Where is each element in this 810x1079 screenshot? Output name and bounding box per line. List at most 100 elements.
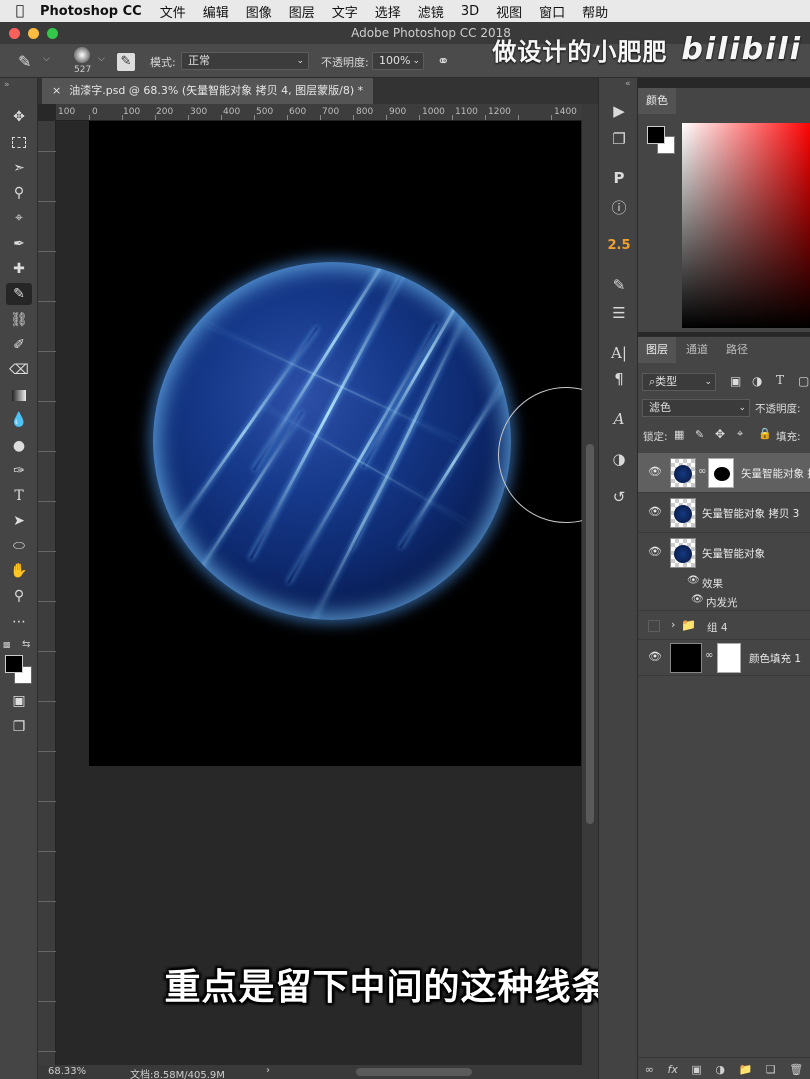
effect-row[interactable]: 👁 内发光	[638, 592, 810, 611]
menu-file[interactable]: 文件	[160, 2, 186, 21]
character-panel-icon[interactable]: A|	[607, 342, 631, 364]
collapse-icon[interactable]: »	[4, 80, 10, 90]
visibility-eye-icon[interactable]: 👁	[648, 545, 662, 559]
blur-tool-icon[interactable]: 💧	[6, 409, 32, 431]
filter-type-icon[interactable]: T	[776, 373, 784, 387]
eyedropper-tool-icon[interactable]: ✒	[6, 233, 32, 255]
menu-view[interactable]: 视图	[496, 2, 522, 21]
menu-layer[interactable]: 图层	[289, 2, 315, 21]
vertical-scrollbar[interactable]	[582, 104, 598, 1065]
mask-icon[interactable]: ▣	[691, 1063, 701, 1076]
chain-link-icon[interactable]: ∞	[698, 466, 706, 477]
quick-selection-tool-icon[interactable]: ⚲	[6, 182, 32, 204]
eraser-tool-icon[interactable]: ⌫	[6, 359, 32, 381]
canvas-area[interactable]	[56, 121, 582, 1065]
properties-icon[interactable]: P	[607, 167, 631, 189]
lock-pixels-icon[interactable]: ✎	[695, 428, 704, 441]
lock-transparency-icon[interactable]: ▦	[674, 428, 684, 441]
visibility-eye-icon[interactable]: 👁	[648, 650, 662, 664]
tab-paths[interactable]: 路径	[718, 337, 756, 363]
3d-cube-icon[interactable]: ❐	[607, 128, 631, 150]
zoom-level[interactable]: 68.33%	[48, 1066, 86, 1077]
type-tool-icon[interactable]: T	[6, 485, 32, 507]
scroll-thumb[interactable]	[586, 444, 594, 824]
chain-link-icon[interactable]: ∞	[705, 650, 713, 661]
foreground-color-swatch[interactable]	[5, 655, 23, 673]
adjustment-icon[interactable]: ◑	[715, 1063, 725, 1076]
brush-settings-panel-icon[interactable]: ✎	[607, 274, 631, 296]
crop-tool-icon[interactable]: ⌖	[6, 207, 32, 229]
close-tab-icon[interactable]: ×	[52, 84, 61, 97]
panel-foreground-swatch[interactable]	[647, 126, 665, 144]
apple-menu-icon[interactable]: 	[0, 3, 40, 19]
layer-row[interactable]: 👁 矢量智能对象	[638, 533, 810, 573]
horizontal-scroll-thumb[interactable]	[356, 1068, 472, 1076]
pen-tool-icon[interactable]: ✑	[6, 460, 32, 482]
menu-help[interactable]: 帮助	[582, 2, 608, 21]
swap-colors-icon[interactable]: ⇆	[22, 639, 30, 650]
path-selection-tool-icon[interactable]: ➤	[6, 510, 32, 532]
ellipse-tool-icon[interactable]: ⬭	[6, 535, 32, 557]
link-icon[interactable]: ∞	[645, 1063, 654, 1076]
layer-mask-thumbnail[interactable]	[708, 458, 734, 488]
filter-shape-icon[interactable]: ▢	[798, 374, 809, 388]
hand-tool-icon[interactable]: ✋	[6, 560, 32, 582]
visibility-eye-icon[interactable]: 👁	[648, 465, 662, 479]
status-menu-arrow-icon[interactable]: ›	[266, 1065, 270, 1076]
fx-icon[interactable]: fx	[667, 1063, 677, 1076]
paragraph-panel-icon[interactable]: ¶	[607, 368, 631, 390]
brush-tip-icon[interactable]	[74, 47, 90, 63]
default-colors-icon[interactable]: ▩	[3, 640, 11, 649]
group-row[interactable]: › 📁 组 4	[638, 612, 810, 640]
healing-brush-tool-icon[interactable]: ✚	[6, 258, 32, 280]
new-layer-icon[interactable]: ❏	[766, 1063, 776, 1076]
collapse-icon[interactable]: «	[625, 79, 631, 89]
filter-kind-select[interactable]: ⌕类型 ⌄	[642, 373, 716, 391]
filter-pixel-icon[interactable]: ▣	[730, 374, 741, 388]
app-menu[interactable]: Photoshop CC	[40, 4, 142, 19]
lock-all-icon[interactable]: 🔒	[758, 427, 772, 440]
effect-eye-icon[interactable]: 👁	[691, 594, 704, 605]
fill-layer-row[interactable]: 👁 ∞ 颜色填充 1	[638, 640, 810, 676]
brush-settings-icon[interactable]: ✎	[117, 53, 135, 71]
opacity-input[interactable]: 100% ⌄	[372, 52, 424, 70]
visibility-eye-icon[interactable]: 👁	[648, 505, 662, 519]
move-tool-icon[interactable]: ✥	[6, 106, 32, 128]
effects-eye-icon[interactable]: 👁	[687, 575, 700, 586]
brush-tool-icon[interactable]: ✎	[6, 283, 32, 305]
marquee-tool-icon[interactable]	[6, 131, 32, 153]
play-actions-icon[interactable]: ▶	[607, 100, 631, 122]
glyphs-panel-icon[interactable]: A	[607, 408, 631, 430]
mode-select[interactable]: 正常 ⌄	[181, 52, 309, 70]
version-badge[interactable]: 2.5	[607, 234, 631, 256]
menu-image[interactable]: 图像	[246, 2, 272, 21]
menu-3d[interactable]: 3D	[461, 4, 479, 19]
tab-channels[interactable]: 通道	[678, 337, 716, 363]
layer-row[interactable]: 👁 ∞ 矢量智能对象 拷贝 4	[638, 453, 810, 493]
lasso-tool-icon[interactable]: ➣	[6, 157, 32, 179]
history-brush-tool-icon[interactable]: ✐	[6, 334, 32, 356]
screen-mode-icon[interactable]: ❐	[6, 716, 32, 738]
document-tab[interactable]: × 油漆字.psd @ 68.3% (矢量智能对象 拷贝 4, 图层蒙版/8) *	[42, 78, 374, 104]
lock-artboard-icon[interactable]: ⌖	[737, 427, 743, 441]
preset-chevron-icon[interactable]: ⌵	[43, 54, 50, 64]
more-tools-icon[interactable]: ⋯	[6, 611, 32, 633]
styles-panel-icon[interactable]: ◑	[607, 448, 631, 470]
brush-tool-preset-icon[interactable]: ✎	[18, 52, 31, 71]
menu-type[interactable]: 文字	[332, 2, 358, 21]
tab-layers[interactable]: 图层	[638, 337, 676, 363]
filter-adjustment-icon[interactable]: ◑	[752, 374, 762, 388]
blend-mode-select[interactable]: 滤色 ⌄	[642, 399, 750, 417]
gradient-tool-icon[interactable]	[6, 384, 32, 406]
visibility-empty-toggle[interactable]	[648, 620, 660, 632]
layer-row[interactable]: 👁 矢量智能对象 拷贝 3	[638, 493, 810, 533]
menu-window[interactable]: 窗口	[539, 2, 565, 21]
brush-picker-chevron-icon[interactable]: ⌵	[98, 54, 105, 64]
color-picker-field[interactable]	[682, 123, 810, 328]
menu-select[interactable]: 选择	[375, 2, 401, 21]
trash-icon[interactable]: 🗑	[789, 1063, 803, 1076]
clone-stamp-tool-icon[interactable]: ⛓	[6, 309, 32, 331]
info-icon[interactable]: ⓘ	[607, 196, 631, 218]
menu-edit[interactable]: 编辑	[203, 2, 229, 21]
chevron-right-icon[interactable]: ›	[671, 618, 675, 631]
